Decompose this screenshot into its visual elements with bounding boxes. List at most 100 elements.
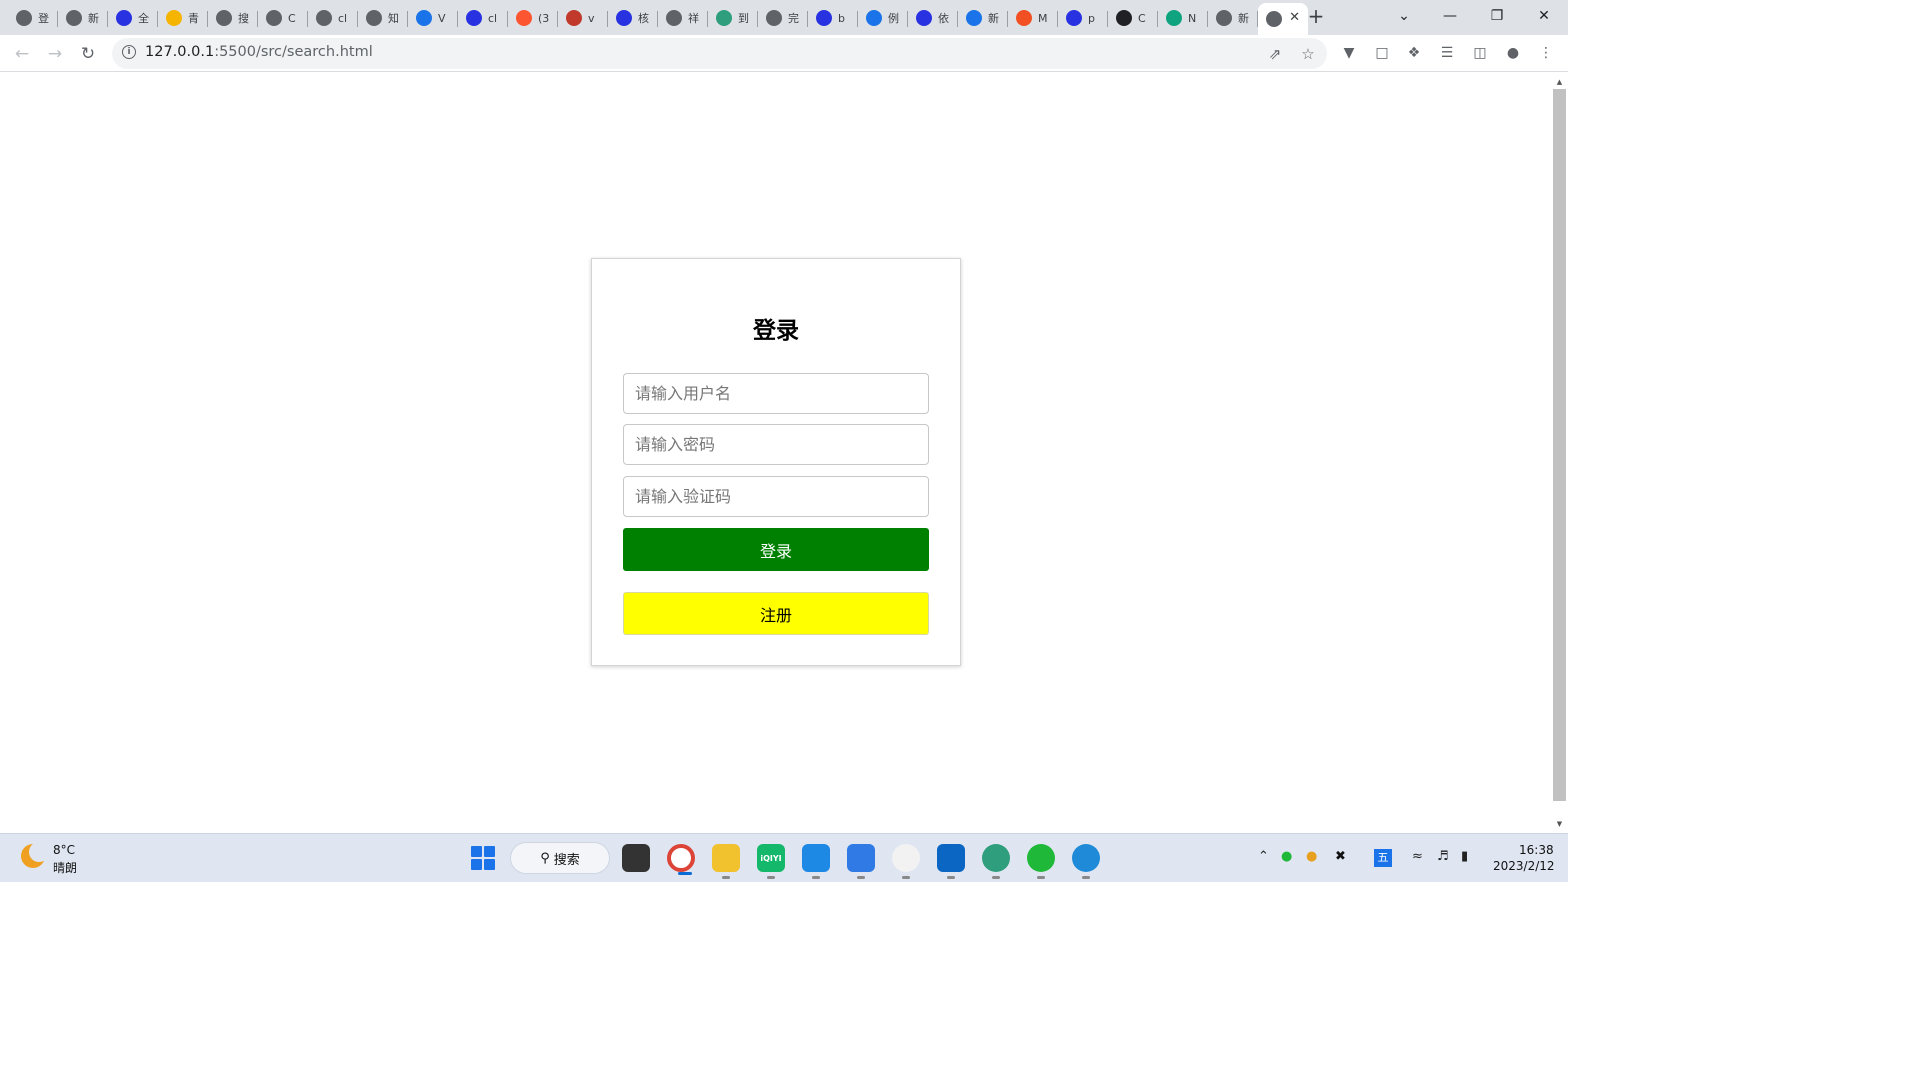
generic-icon [16, 10, 32, 26]
wifi-icon[interactable]: ≈ [1412, 849, 1423, 864]
feishu-app-icon[interactable] [802, 844, 830, 879]
url-text[interactable]: 127.0.0.1:5500/src/search.html [145, 44, 373, 60]
avatar-app-icon[interactable] [892, 844, 920, 879]
browser-tab[interactable]: p [1058, 4, 1108, 32]
tab-label: cl [338, 11, 348, 25]
weather-moon-icon[interactable] [21, 842, 49, 868]
extension-v-icon[interactable]: ▼ [1339, 43, 1359, 63]
login-card: 登录 登录 注册 [591, 258, 961, 666]
tray-close-icon[interactable]: ✖ [1335, 849, 1346, 864]
weather-description[interactable]: 晴朗 [53, 859, 77, 876]
clock-time[interactable]: 16:38 [1519, 843, 1554, 857]
forward-button[interactable]: → [42, 41, 68, 67]
browser-tab[interactable]: C [258, 4, 308, 32]
browser-tab[interactable]: 完 [758, 4, 808, 32]
battery-icon[interactable]: ▮ [1461, 849, 1468, 864]
iqiyi-app-icon[interactable]: iQIYI [757, 844, 785, 879]
volume-icon[interactable]: ♬ [1437, 849, 1449, 864]
generic-icon [266, 10, 282, 26]
weather-temperature[interactable]: 8°C [53, 843, 75, 857]
page-viewport: 登录 登录 注册 [0, 73, 1551, 833]
clock-date[interactable]: 2023/2/12 [1493, 859, 1555, 873]
ime-indicator[interactable]: 五 [1374, 849, 1392, 867]
browser-tab[interactable]: v [558, 4, 608, 32]
menu-kebab-icon[interactable]: ⋮ [1536, 43, 1556, 63]
tab-search-chevron-icon[interactable]: ⌄ [1381, 0, 1427, 32]
captcha-input[interactable] [623, 476, 929, 517]
task-view-icon[interactable] [622, 844, 650, 872]
chrome-app-icon[interactable] [667, 844, 695, 875]
tab-label: v [588, 11, 595, 25]
browser-tab[interactable]: 青 [158, 4, 208, 32]
search-icon: ⚲ [540, 850, 550, 866]
bookmark-star-icon[interactable]: ☆ [1299, 45, 1317, 63]
vertical-scrollbar[interactable]: ▲ ▼ [1551, 73, 1568, 833]
browser-tab[interactable]: 依 [908, 4, 958, 32]
b-icon [566, 10, 582, 26]
browser-tab[interactable]: 祥 [658, 4, 708, 32]
side-panel-icon[interactable]: ◫ [1470, 43, 1490, 63]
browser-tab[interactable]: 知 [358, 4, 408, 32]
scroll-down-arrow-icon[interactable]: ▼ [1551, 817, 1568, 831]
scroll-up-arrow-icon[interactable]: ▲ [1551, 75, 1568, 89]
address-bar[interactable]: i 127.0.0.1:5500/src/search.html ⇗ ☆ [112, 38, 1327, 69]
browser-tab[interactable]: 新 [58, 4, 108, 32]
browser-tab[interactable]: M [1008, 4, 1058, 32]
tab-label: 核 [638, 12, 649, 25]
browser-tab[interactable]: 核 [608, 4, 658, 32]
browser-tab[interactable]: 搜 [208, 4, 258, 32]
browser-tab[interactable]: 例 [858, 4, 908, 32]
url-host: 127.0.0.1 [145, 44, 215, 60]
site-info-icon[interactable]: i [122, 45, 136, 59]
taskbar-search-button[interactable]: ⚲ 搜索 [510, 842, 610, 874]
browser-tab[interactable]: 登 [8, 4, 58, 32]
browser-tab[interactable]: 新 [958, 4, 1008, 32]
back-button[interactable]: ← [9, 41, 35, 67]
browser-tab[interactable]: 到 [708, 4, 758, 32]
register-button[interactable]: 注册 [623, 592, 929, 635]
tab-label: p [1088, 11, 1095, 25]
tab-active[interactable]: ✕ [1258, 3, 1308, 35]
tray-wechat-icon[interactable]: ● [1281, 849, 1292, 864]
vscode-app-icon[interactable] [937, 844, 965, 879]
extensions-puzzle-icon[interactable]: ❖ [1404, 43, 1424, 63]
tray-qq-icon[interactable]: ● [1306, 849, 1317, 864]
browser-tab[interactable]: 全 [108, 4, 158, 32]
password-input[interactable] [623, 424, 929, 465]
file-explorer-icon[interactable] [712, 844, 740, 879]
browser-tab[interactable]: N [1158, 4, 1208, 32]
taskbar: 8°C 晴朗 ⚲ 搜索 iQIYI ⌃ ● ● ✖ 五 ≈ ♬ ▮ 16:38 … [0, 833, 1568, 882]
baidu-paw-icon [616, 10, 632, 26]
browser-tab[interactable]: 新 [1208, 4, 1258, 32]
share-icon[interactable]: ⇗ [1266, 45, 1284, 63]
reload-button[interactable]: ↻ [75, 41, 101, 67]
browser-tab[interactable]: C [1108, 4, 1158, 32]
close-tab-icon[interactable]: ✕ [1289, 10, 1300, 25]
login-button[interactable]: 登录 [623, 528, 929, 571]
openai-icon [1116, 10, 1132, 26]
edge-app-icon[interactable] [1072, 844, 1100, 879]
browser-tab[interactable]: (3 [508, 4, 558, 32]
media-control-icon[interactable]: ☰ [1437, 43, 1457, 63]
tab-strip: 登 新 全 青 搜 Ccl 知 Vcl (3 v 核 祥 到 完 b 例 依 新 Mp C N 新 ✕ + ⌄ — ❐ ✕ [0, 0, 1568, 35]
browser-tab[interactable]: cl [458, 4, 508, 32]
minimize-button[interactable]: — [1427, 0, 1473, 32]
new-tab-button[interactable]: + [1305, 4, 1327, 28]
scrollbar-thumb[interactable] [1553, 89, 1566, 801]
store-app-icon[interactable] [847, 844, 875, 879]
baidu-paw-icon [1066, 10, 1082, 26]
browser-tab[interactable]: cl [308, 4, 358, 32]
tab-label: M [1038, 11, 1048, 25]
start-windows-icon[interactable] [471, 846, 495, 870]
tray-overflow-chevron-icon[interactable]: ⌃ [1258, 849, 1269, 864]
extension-blank-icon[interactable]: □ [1372, 43, 1392, 63]
tab-list: 登 新 全 青 搜 Ccl 知 Vcl (3 v 核 祥 到 完 b 例 依 新 Mp C N 新 ✕ [8, 3, 1308, 35]
browser-tab[interactable]: b [808, 4, 858, 32]
username-input[interactable] [623, 373, 929, 414]
browser-tab[interactable]: V [408, 4, 458, 32]
restore-button[interactable]: ❐ [1474, 0, 1520, 32]
wechat-app-icon[interactable] [1027, 844, 1055, 879]
earth-app-icon[interactable] [982, 844, 1010, 879]
profile-avatar-icon[interactable]: ● [1503, 43, 1523, 63]
close-window-button[interactable]: ✕ [1521, 0, 1567, 32]
